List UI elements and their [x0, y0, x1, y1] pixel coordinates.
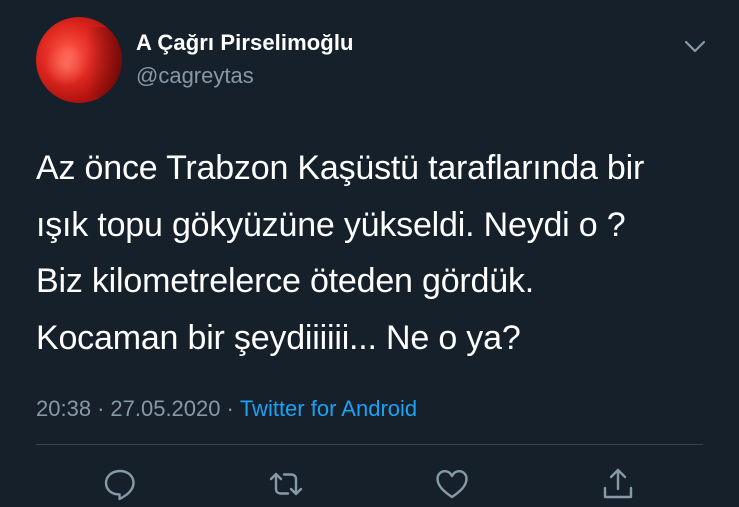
avatar-highlight	[44, 45, 88, 85]
retweet-arrows-icon	[269, 472, 303, 496]
speech-bubble-icon	[104, 469, 135, 501]
meta-separator: ·	[97, 396, 105, 421]
tweet-text: Az önce Trabzon Kaşüstü taraflarında bir…	[36, 140, 716, 366]
author-display-name[interactable]: A Çağrı Pirselimoğlu	[136, 30, 354, 56]
avatar-shadow	[86, 27, 122, 97]
tweet-time: 20:38	[36, 396, 92, 421]
share-button[interactable]	[600, 466, 636, 502]
chevron-down-icon[interactable]	[682, 34, 708, 60]
tweet-meta: 20:38 · 27.05.2020 · Twitter for Android	[36, 396, 417, 422]
avatar[interactable]	[36, 17, 122, 103]
tweet-date: 27.05.2020	[110, 396, 221, 421]
tweet-text-line: Biz kilometrelerce öteden gördük.	[36, 262, 534, 300]
heart-icon	[436, 470, 468, 499]
author-handle[interactable]: @cagreytas	[136, 63, 254, 89]
retweet-button[interactable]	[268, 466, 304, 502]
divider	[36, 444, 703, 445]
tweet-text-line: Az önce Trabzon Kaşüstü taraflarında bir	[36, 149, 645, 187]
like-button[interactable]	[434, 466, 470, 502]
share-upload-icon	[603, 468, 633, 499]
tweet-text-line: Kocaman bir şeydiiiiii... Ne o ya?	[36, 318, 521, 357]
tweet-source-link[interactable]: Twitter for Android	[240, 396, 417, 421]
tweet-text-line: ışık topu gökyüzüne yükseldi. Neydi o ?	[36, 205, 626, 244]
meta-separator: ·	[226, 396, 234, 421]
reply-button[interactable]	[102, 466, 138, 502]
